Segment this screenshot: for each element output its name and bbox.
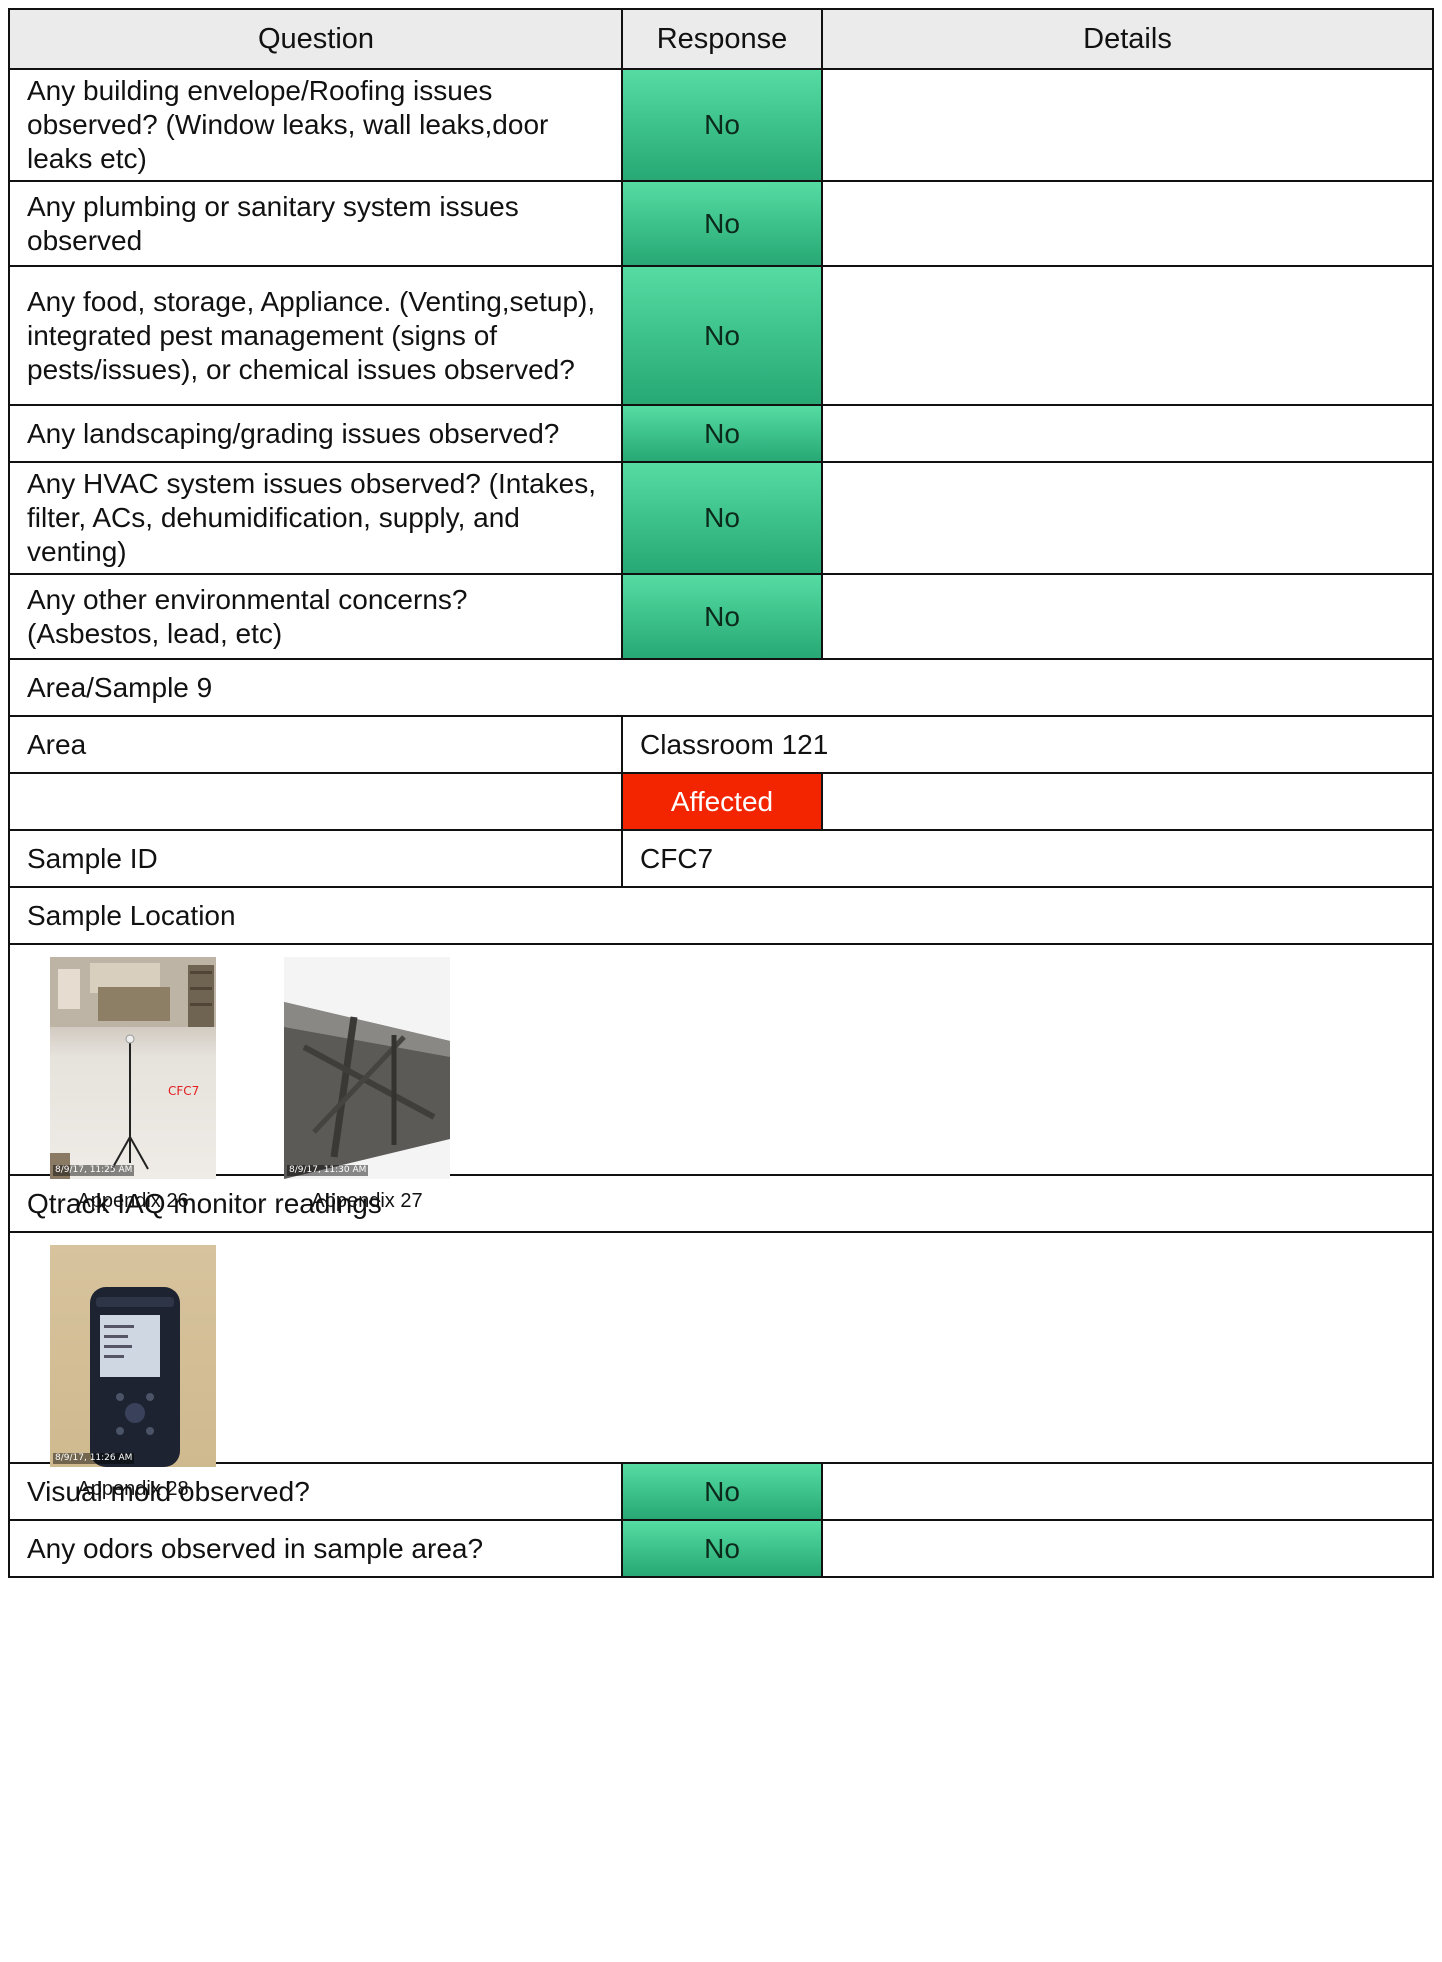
column-header-details: Details [823,10,1434,70]
appendix-28-figure: 8/9/17, 11:26 AM Appendix 28 [50,1245,216,1501]
question-text: Any other environmental concerns? (Asbes… [10,575,623,660]
area-value: Classroom 121 [623,717,1434,774]
question-text: Any building envelope/Roofing issues obs… [10,70,623,182]
sample-id-value: CFC7 [623,831,1434,888]
details-cell [823,463,1434,575]
question-row: Any HVAC system issues observed? (Intake… [10,463,1434,575]
classroom-photo-image [50,957,216,1179]
details-cell [823,267,1434,406]
sample-id-label: Sample ID [10,831,623,888]
status-label-empty [10,774,623,831]
appendix-27-figure: 8/9/17, 11:30 AM Appendix 27 [284,957,450,1213]
question-text: Visual mold observed? [10,1464,623,1521]
status-affected-badge: Affected [623,774,823,831]
monitor-photos-cell: 8/9/17, 11:26 AM Appendix 28 [10,1233,1434,1500]
photo-timestamp: 8/9/17, 11:26 AM [53,1453,135,1464]
monitor-photos-row: 8/9/17, 11:26 AM Appendix 28 [10,1233,1434,1500]
monitor-label: Qtrack IAQ monitor readings [10,1176,1434,1233]
area-row: Area Classroom 121 [10,717,1434,774]
area-label: Area [10,717,623,774]
details-cell [823,182,1434,267]
photo-overlay-label: CFC7 [168,1084,200,1098]
header-row: Question Response Details [10,10,1434,70]
details-cell [823,1464,1434,1521]
response-no: No [623,406,823,463]
response-no: No [623,1521,823,1578]
status-row: Affected [10,774,1434,831]
response-no: No [623,182,823,267]
section-row: Area/Sample 9 [10,660,1434,717]
details-cell [823,1521,1434,1578]
question-text: Any odors observed in sample area? [10,1521,623,1578]
details-cell [823,575,1434,660]
response-no: No [623,1464,823,1521]
sample-location-row: Sample Location [10,888,1434,945]
response-no: No [623,267,823,406]
monitor-photo[interactable]: 8/9/17, 11:26 AM [50,1245,216,1467]
question-row: Visual mold observed? No [10,1464,1434,1521]
question-row: Any landscaping/grading issues observed?… [10,406,1434,463]
inspection-table: Question Response Details Any building e… [8,8,1434,1578]
question-text: Any landscaping/grading issues observed? [10,406,623,463]
response-no: No [623,575,823,660]
photo-timestamp: 8/9/17, 11:30 AM [287,1165,369,1176]
question-row: Any other environmental concerns? (Asbes… [10,575,1434,660]
status-details-empty [823,774,1434,831]
ceiling-photo-image [284,1002,450,1179]
response-no: No [623,70,823,182]
column-header-response: Response [623,10,823,70]
response-no: No [623,463,823,575]
details-cell [823,70,1434,182]
sample-location-label: Sample Location [10,888,1434,945]
iaq-monitor-image [90,1287,180,1467]
appendix-26-figure: CFC7 8/9/17, 11:25 AM Appendix 26 [50,957,216,1213]
column-header-question: Question [10,10,623,70]
sample-id-row: Sample ID CFC7 [10,831,1434,888]
sample-location-photo[interactable]: CFC7 8/9/17, 11:25 AM [50,957,216,1179]
question-row: Any building envelope/Roofing issues obs… [10,70,1434,182]
question-row: Any plumbing or sanitary system issues o… [10,182,1434,267]
question-text: Any food, storage, Appliance. (Venting,s… [10,267,623,406]
sample-photos-cell: CFC7 8/9/17, 11:25 AM Appendix 26 8/9/17 [10,945,1434,1212]
question-text: Any plumbing or sanitary system issues o… [10,182,623,267]
question-text: Any HVAC system issues observed? (Intake… [10,463,623,575]
question-row: Any food, storage, Appliance. (Venting,s… [10,267,1434,406]
monitor-row: Qtrack IAQ monitor readings [10,1176,1434,1233]
sample-photos-row: CFC7 8/9/17, 11:25 AM Appendix 26 8/9/17 [10,945,1434,1212]
question-row: Any odors observed in sample area? No [10,1521,1434,1578]
sample-location-photo[interactable]: 8/9/17, 11:30 AM [284,957,450,1179]
section-title: Area/Sample 9 [10,660,1434,717]
photo-timestamp: 8/9/17, 11:25 AM [53,1165,135,1176]
details-cell [823,406,1434,463]
